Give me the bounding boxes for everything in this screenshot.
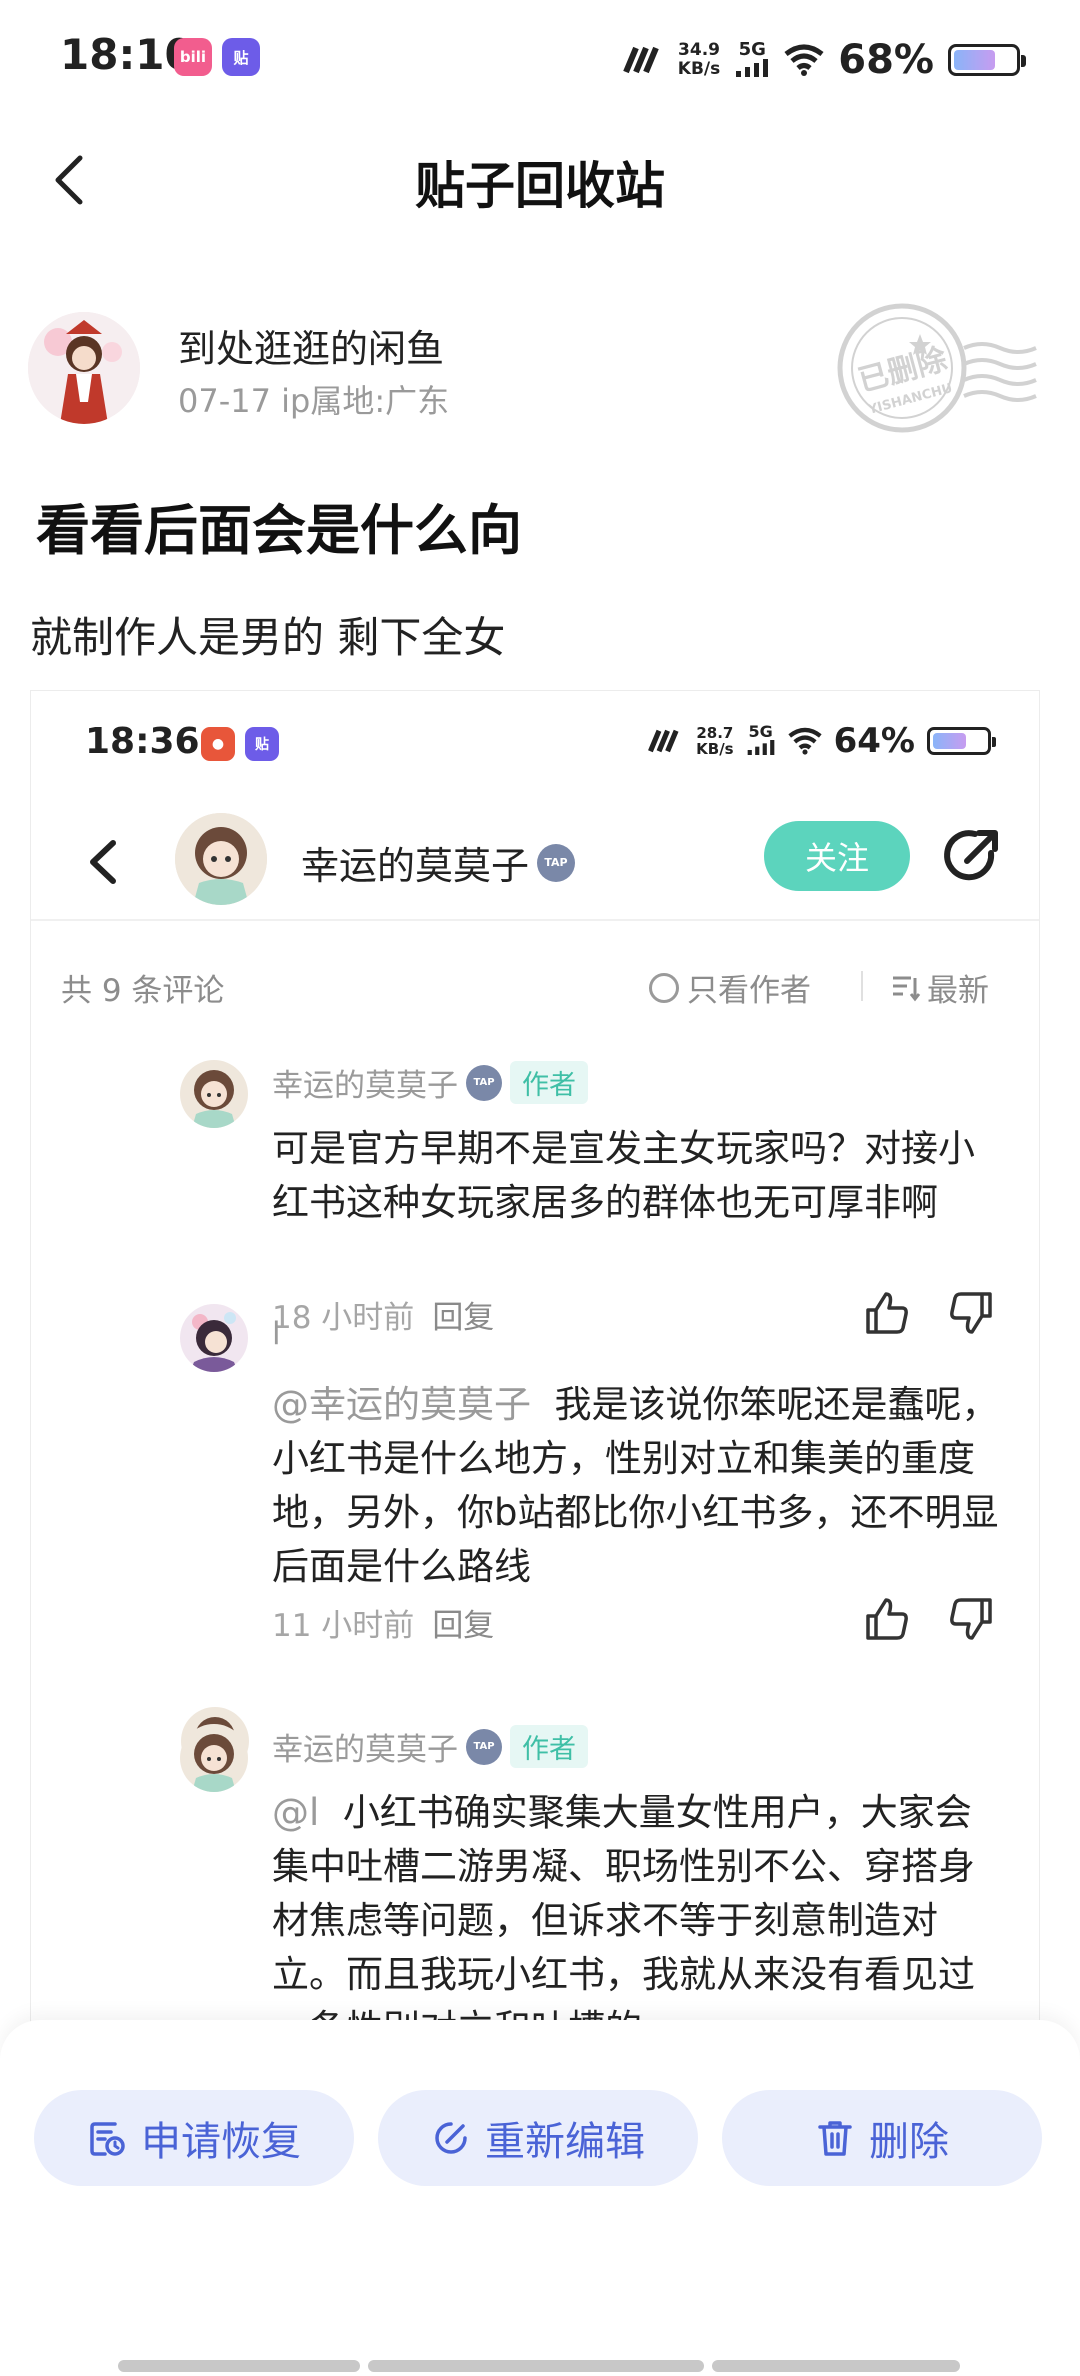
gesture-segment <box>712 2360 960 2372</box>
avatar-image <box>28 312 140 424</box>
comment-avatar <box>180 1060 248 1128</box>
status-bar: 18:10 bili 贴 34.9 KB/s 5G 68% <box>0 0 1080 120</box>
edit-button[interactable]: 重新编辑 <box>378 2090 698 2186</box>
comment-author: 幸运的莫莫子 TAP 作者 <box>272 1724 588 1769</box>
gesture-segment <box>118 2360 360 2372</box>
wifi-icon <box>784 44 824 76</box>
restore-icon <box>90 2122 125 2156</box>
mention: @l <box>272 1791 320 1834</box>
edit-icon <box>435 2122 467 2154</box>
delete-button[interactable]: 删除 <box>722 2090 1042 2186</box>
author-avatar[interactable] <box>28 312 140 424</box>
comment-author: l <box>272 1316 281 1352</box>
mention: @幸运的莫莫子 <box>272 1383 531 1426</box>
comment-avatar <box>180 1304 248 1372</box>
author-name[interactable]: 到处逛逛的闲鱼 <box>178 318 444 373</box>
reply-link: 回复 <box>432 1608 495 1644</box>
network-speed: 34.9 KB/s <box>677 40 721 79</box>
cell-signal-icon <box>736 58 769 77</box>
post-title: 看看后面会是什么向 <box>36 499 522 562</box>
restore-button[interactable]: 申请恢复 <box>34 2090 354 2186</box>
comment-meta: 18 小时前 回复 <box>272 1300 495 1336</box>
gesture-segment <box>368 2360 704 2372</box>
nav-header: 贴子回收站 <box>0 120 1080 240</box>
comment-meta: 11 小时前 回复 <box>272 1608 495 1644</box>
deleted-stamp: 已删除 YISHANCHU <box>837 303 1037 433</box>
comment-list: 幸运的莫莫子 TAP 作者 可是官方早期不是宣发主女玩家吗？对接小红书这种女玩家… <box>30 690 1040 2020</box>
page-title: 贴子回收站 <box>415 157 665 215</box>
comment-text: @幸运的莫莫子 我是该说你笨呢还是蠢呢，小红书是什么地方，性别对立和集美的重度地… <box>272 1383 999 1588</box>
tieba-icon: 贴 <box>222 38 260 76</box>
author-meta: 07-17 ip属地:广东 <box>178 382 450 420</box>
reply-link: 回复 <box>432 1300 495 1336</box>
author-tag: 作者 <box>510 1061 588 1104</box>
thumbs-up-icon <box>866 1598 908 1640</box>
battery-icon <box>948 44 1026 76</box>
bilibili-icon: bili <box>174 38 212 76</box>
comment-avatar <box>180 1724 248 1792</box>
post-body: 就制作人是男的 剩下全女 <box>30 613 506 662</box>
author-tag: 作者 <box>510 1725 588 1768</box>
gesture-bar <box>0 2360 1080 2376</box>
tap-badge-icon: TAP <box>466 1728 502 1765</box>
tap-badge-icon: TAP <box>466 1064 502 1101</box>
network-type: 5G <box>734 40 770 81</box>
bottom-action-bar: 申请恢复 重新编辑 删除 <box>0 2020 1080 2376</box>
trash-icon <box>818 2121 852 2156</box>
hd-signal-icon <box>623 46 659 74</box>
comment-author: 幸运的莫莫子 TAP 作者 <box>272 1060 588 1105</box>
comment-text: @l 小红书确实聚集大量女性用户，大家会集中吐槽二游男凝、职场性别不公、穿搭身材… <box>272 1791 975 2020</box>
battery-percent: 68% <box>838 37 934 83</box>
thumbs-down-icon <box>950 1292 992 1334</box>
thumbs-up-icon <box>866 1292 908 1334</box>
thumbs-down-icon <box>950 1598 992 1640</box>
battery-level <box>954 50 995 70</box>
comment-text: 可是官方早期不是宣发主女玩家吗？对接小红书这种女玩家居多的群体也无可厚非啊 <box>272 1127 975 1224</box>
